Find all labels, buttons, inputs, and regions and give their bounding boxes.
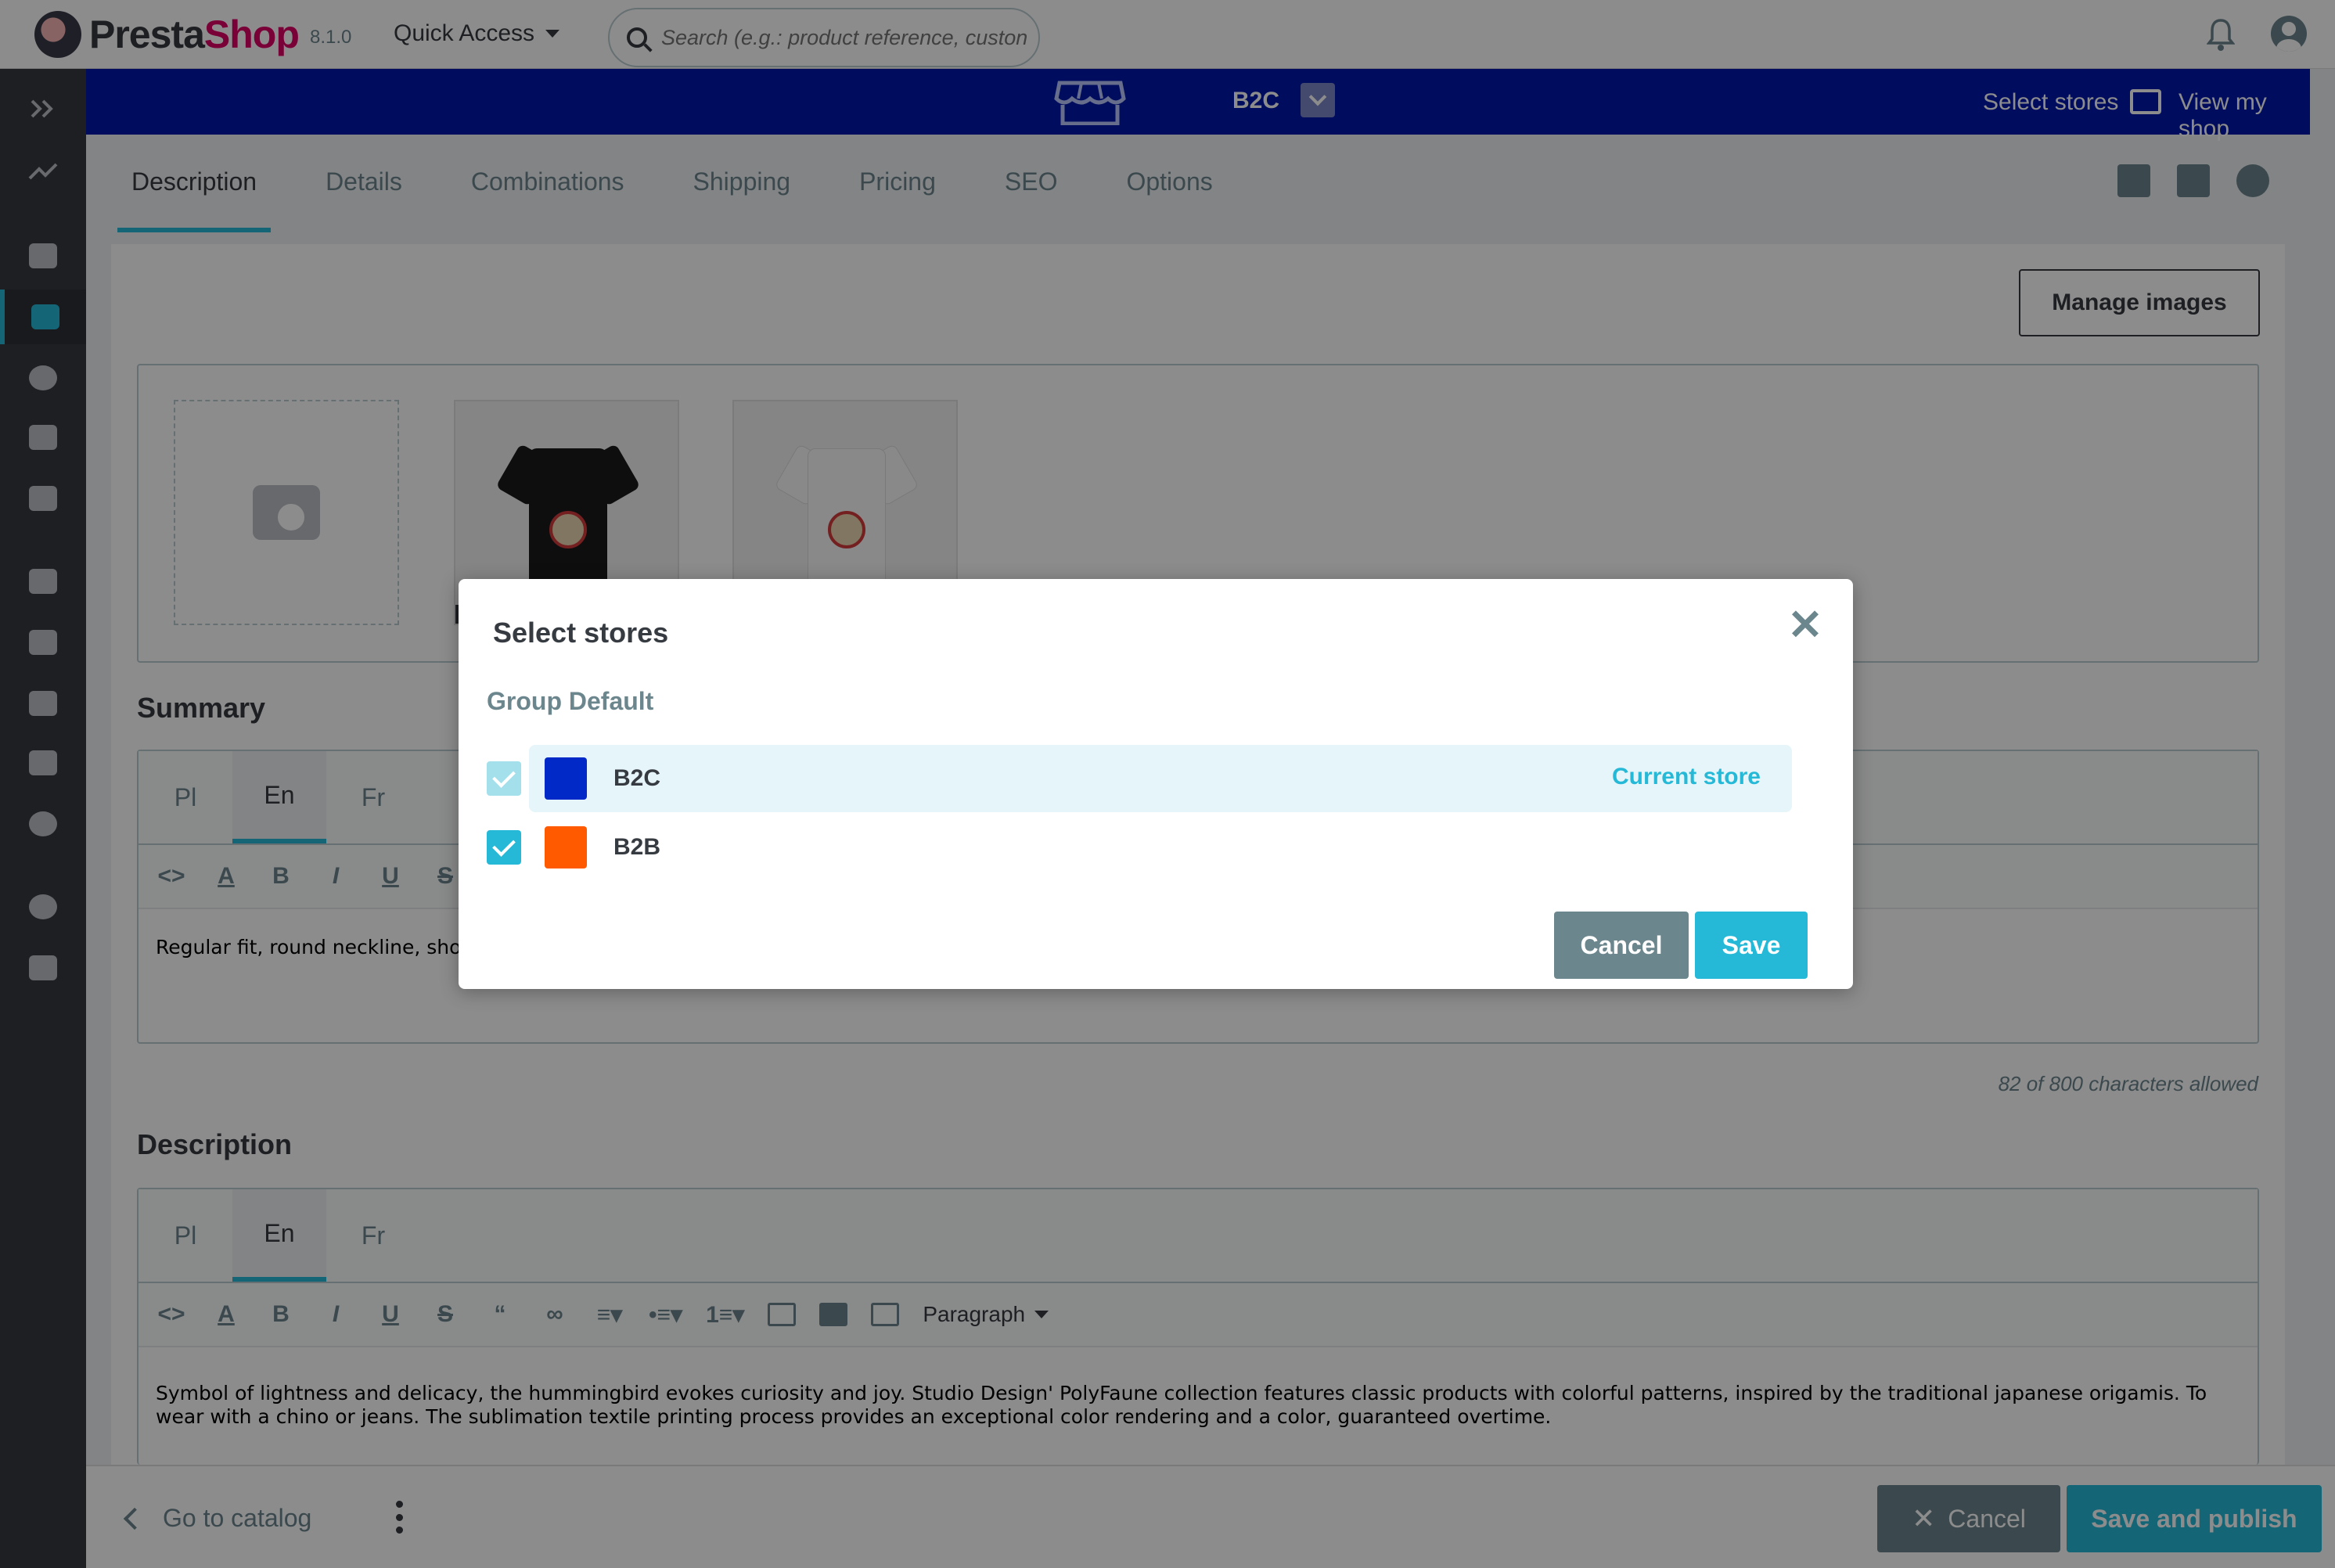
store-name-b2b: B2B <box>613 834 661 860</box>
store-row-b2b: B2B <box>487 814 1826 881</box>
store-color-swatch <box>545 826 587 869</box>
store-name-b2c: B2C <box>613 765 661 791</box>
modal-title: Select stores <box>493 617 669 649</box>
store-group-label: Group Default <box>487 687 654 715</box>
current-store-highlight <box>529 745 1792 812</box>
select-stores-modal: Select stores ✕ Group Default B2C Curren… <box>459 579 1853 989</box>
modal-save-button[interactable]: Save <box>1695 912 1808 979</box>
modal-cancel-button[interactable]: Cancel <box>1554 912 1689 979</box>
store-color-swatch <box>545 757 587 800</box>
store-checkbox-b2b[interactable] <box>487 830 521 865</box>
current-store-label: Current store <box>1611 764 1761 789</box>
store-row-b2c: B2C Current store <box>487 745 1826 812</box>
close-icon[interactable]: ✕ <box>1786 604 1825 646</box>
store-checkbox-b2c <box>487 761 521 796</box>
